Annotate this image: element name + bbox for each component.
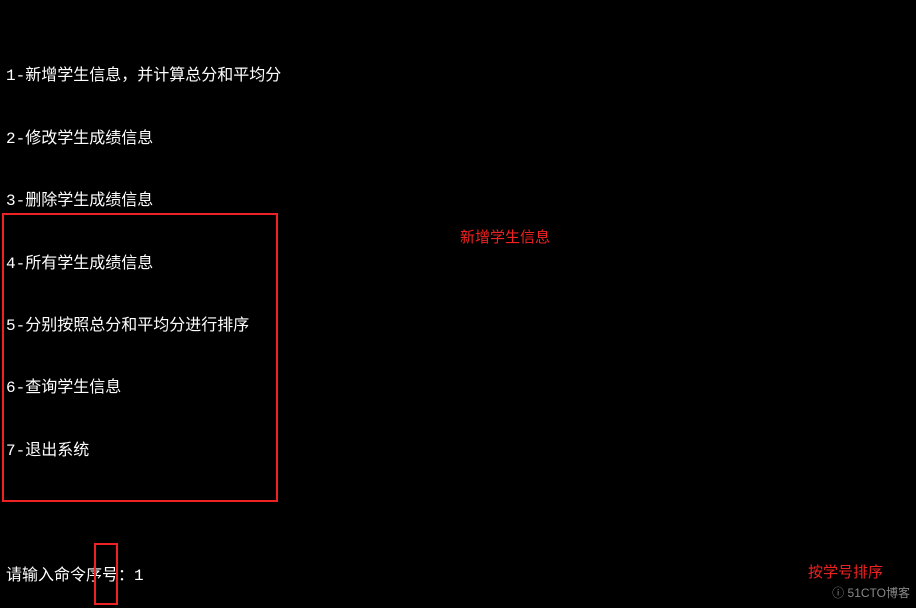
menu-item-6: 6-查询学生信息 (6, 378, 910, 399)
menu-item-1: 1-新增学生信息，并计算总分和平均分 (6, 66, 910, 87)
menu-item-4: 4-所有学生成绩信息 (6, 254, 910, 275)
menu-item-3: 3-删除学生成绩信息 (6, 191, 910, 212)
menu-item-2: 2-修改学生成绩信息 (6, 129, 910, 150)
terminal-output: 1-新增学生信息，并计算总分和平均分 2-修改学生成绩信息 3-删除学生成绩信息… (0, 0, 916, 608)
prompt-command: 请输入命令序号：1 (6, 566, 910, 587)
menu-item-7: 7-退出系统 (6, 441, 910, 462)
blank-line (6, 503, 910, 524)
menu-item-5: 5-分别按照总分和平均分进行排序 (6, 316, 910, 337)
